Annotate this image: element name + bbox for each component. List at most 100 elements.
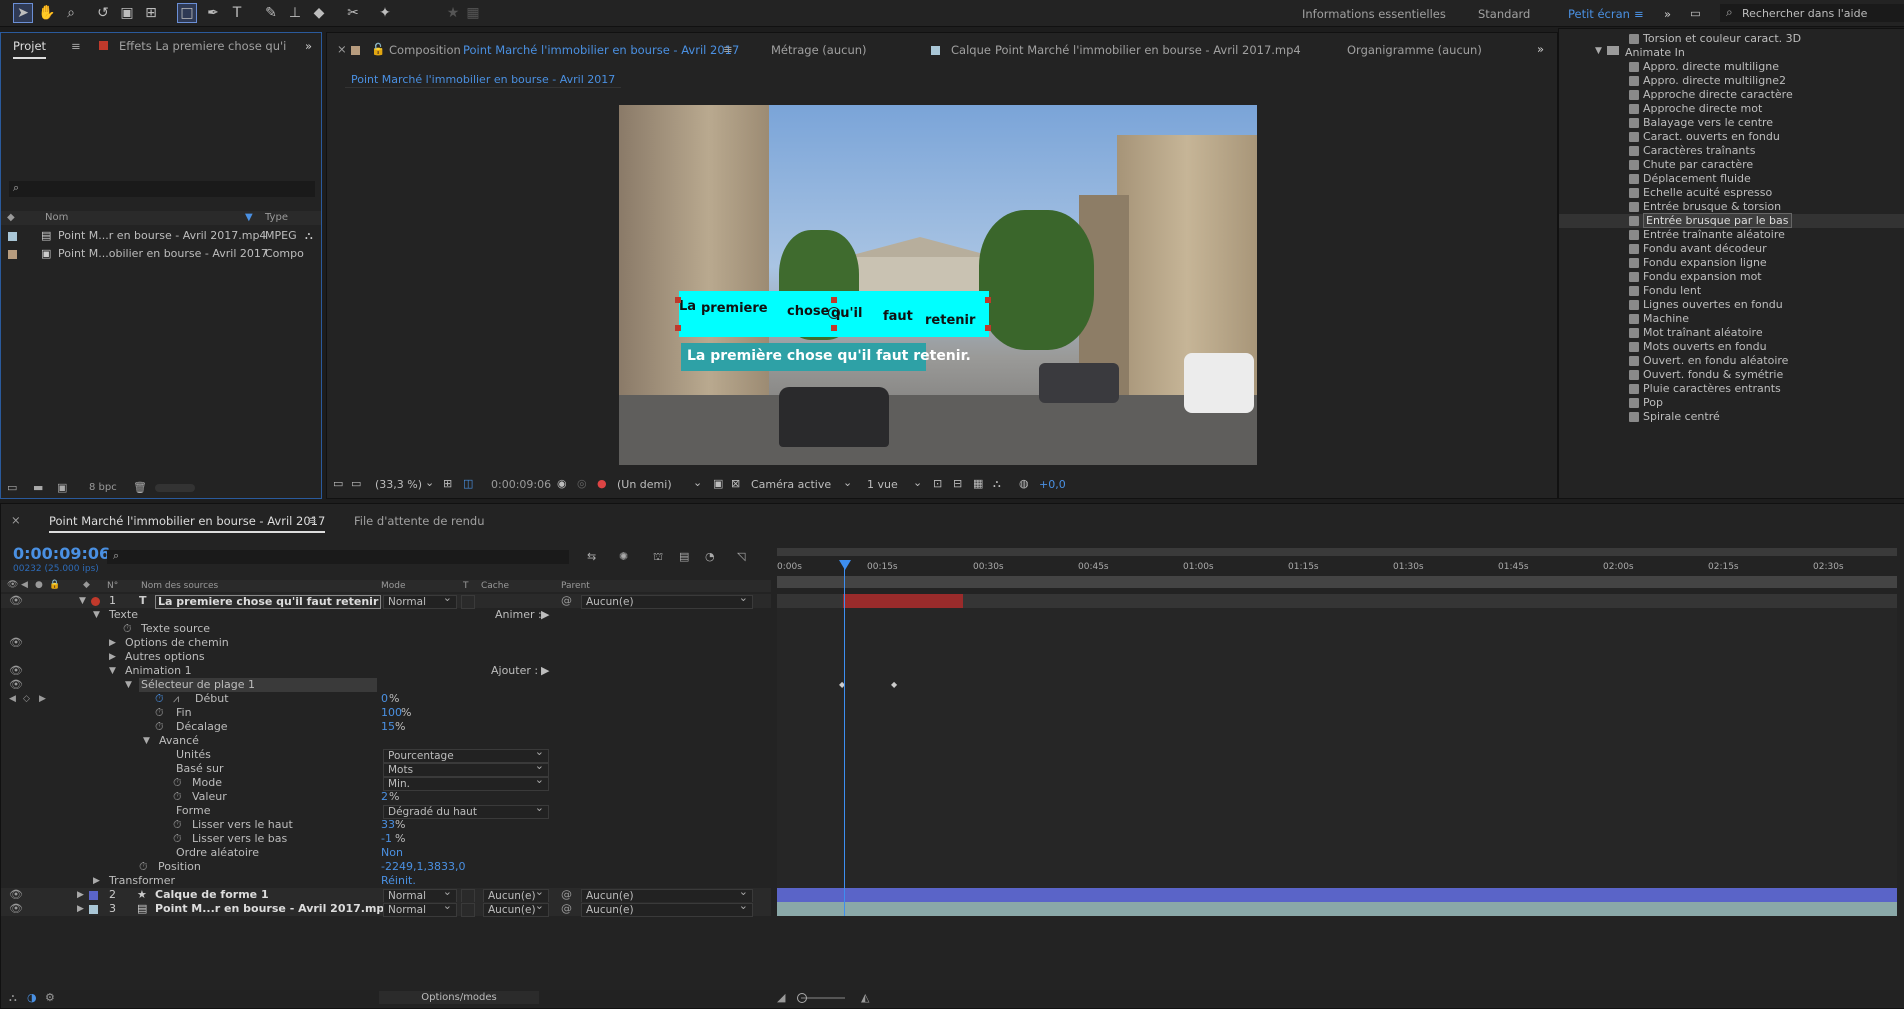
prop-row[interactable]: Unités Pourcentage [1, 746, 771, 763]
zoom-slider-handle[interactable] [797, 993, 807, 1003]
mode-select-dropdown[interactable]: Min. [383, 774, 549, 791]
bit-depth-button[interactable]: 8 bpc [89, 482, 117, 493]
chevron-down-icon[interactable]: ⌄ [913, 476, 922, 489]
prop-row[interactable]: Forme Dégradé du haut [1, 802, 771, 819]
add-menu-label[interactable]: Ajouter : [491, 664, 538, 678]
snap-icon[interactable]: ▦ [464, 4, 482, 22]
next-keyframe-icon[interactable]: ▶ [39, 692, 46, 706]
unites-dropdown[interactable]: Pourcentage [383, 746, 549, 763]
safe-zones-icon[interactable]: ⊞ [443, 477, 452, 490]
zoom-tool-icon[interactable]: ⌕ [62, 4, 80, 22]
expand-triangle-icon[interactable]: ▼ [93, 608, 100, 622]
rotate-tool-icon[interactable]: ↺ [94, 4, 112, 22]
views-dropdown[interactable]: 1 vue [867, 478, 898, 491]
show-snapshot-icon[interactable]: ◎ [577, 477, 587, 490]
stopwatch-icon[interactable]: ⏱ [173, 818, 182, 832]
visibility-eye-icon[interactable]: 👁 [9, 902, 23, 916]
prev-keyframe-icon[interactable]: ◀ [9, 692, 16, 706]
preserve-transparency-checkbox[interactable] [461, 595, 475, 609]
visibility-eye-icon[interactable]: 👁 [9, 636, 23, 650]
project-item[interactable]: ▣ Point M...obilier en bourse - Avril 20… [1, 247, 321, 261]
timeline-icon[interactable]: ▦ [973, 477, 983, 490]
prop-row[interactable]: ▶ Autres options [1, 650, 771, 664]
toggle-pixel-icon[interactable]: ⊡ [933, 477, 942, 490]
mask-visibility-icon[interactable]: ◫ [463, 477, 473, 490]
mode-dropdown[interactable]: Normal [383, 900, 457, 917]
lisser-haut-value[interactable]: 33 [381, 818, 395, 832]
resolution-dropdown[interactable]: (Un demi) [617, 478, 672, 491]
stopwatch-active-icon[interactable]: ⏱ [155, 692, 164, 706]
gear-icon[interactable]: ⚙ [45, 991, 55, 1004]
channel-icon[interactable]: ● [597, 477, 607, 490]
comp-breadcrumb[interactable]: Point Marché l'immobilier en bourse - Av… [345, 73, 622, 88]
close-icon[interactable]: × [337, 42, 347, 56]
anchor-point-icon[interactable] [828, 307, 840, 319]
preset-item[interactable]: Ouvert. fondu & symétrie [1629, 368, 1783, 382]
exposure-value[interactable]: +0,0 [1039, 478, 1066, 491]
prop-row[interactable]: ⏱ Décalage 15 % [1, 720, 771, 734]
tab-composition-name[interactable]: Point Marché l'immobilier en bourse - Av… [463, 43, 739, 57]
add-keyframe-icon[interactable]: ◇ [23, 692, 30, 706]
roto-tool-icon[interactable]: ✂ [344, 4, 362, 22]
preset-item[interactable]: Pop [1629, 396, 1663, 410]
monitor-icon[interactable]: ▭ [351, 477, 361, 490]
current-timecode[interactable]: 0:00:09:06 [13, 544, 110, 563]
tab-footage[interactable]: Métrage (aucun) [771, 43, 867, 57]
playhead-marker[interactable] [839, 560, 851, 570]
preset-item[interactable]: Caractères traînants [1629, 144, 1755, 158]
transform-handle[interactable] [831, 297, 837, 303]
pan-behind-tool-icon[interactable]: ⊞ [142, 4, 160, 22]
camera-dropdown[interactable]: Caméra active [751, 478, 831, 491]
transform-handle[interactable] [985, 325, 991, 331]
interpret-footage-icon[interactable]: ▭ [7, 481, 17, 494]
prop-row[interactable]: ▼ Texte Animer : ▶ [1, 608, 771, 622]
layer-name-input[interactable]: La premiere chose qu'il faut retenir [155, 595, 382, 609]
layer-color-label[interactable] [91, 597, 100, 606]
preset-item[interactable]: Appro. directe multiligne2 [1629, 74, 1786, 88]
navigator-bar[interactable] [777, 576, 1897, 588]
motion-blur-icon[interactable]: ◔ [705, 550, 715, 563]
tab-layer-label[interactable]: Calque [951, 43, 991, 57]
expand-triangle-icon[interactable]: ▶ [109, 636, 116, 650]
layer-row[interactable]: 👁 ▶ 2 ★ Calque de forme 1 Normal Aucun(e… [1, 886, 771, 903]
stamp-tool-icon[interactable]: ⊥ [286, 4, 304, 22]
tab-layer-name[interactable]: Point Marché l'immobilier en bourse - Av… [995, 43, 1301, 57]
preset-item[interactable]: Spirale centré [1629, 410, 1720, 424]
selection-tool-icon[interactable]: ➤ [13, 3, 33, 23]
expand-triangle-icon[interactable]: ▶ [77, 902, 84, 916]
more-tabs-icon[interactable]: » [1537, 42, 1544, 56]
chevron-down-icon[interactable]: ⌄ [693, 476, 702, 489]
stopwatch-icon[interactable]: ⏱ [155, 706, 164, 720]
prop-row[interactable]: 👁 ▼ Sélecteur de plage 1 [1, 678, 771, 692]
base-sur-dropdown[interactable]: Mots [383, 760, 549, 777]
frame-blending-icon[interactable]: ▤ [679, 550, 689, 563]
preset-item[interactable]: Fondu avant décodeur [1629, 242, 1767, 256]
pickwhip-icon[interactable]: @ [561, 594, 572, 608]
project-search-input[interactable]: ⌕ [9, 181, 315, 197]
help-search-box[interactable]: ⌕ Rechercher dans l'aide [1720, 4, 1904, 22]
parent-dropdown[interactable]: Aucun(e) [581, 592, 753, 609]
preset-item[interactable]: Déplacement fluide [1629, 172, 1751, 186]
stopwatch-icon[interactable]: ⏱ [173, 832, 182, 846]
pen-tool-icon[interactable]: ✒ [204, 4, 222, 22]
position-value[interactable]: -2249,1,3833,0 [381, 860, 465, 874]
prop-row[interactable]: ⏱ Valeur 2 % [1, 790, 771, 804]
parent-dropdown[interactable]: Aucun(e) [581, 886, 753, 903]
more-workspaces-icon[interactable]: » [1664, 7, 1671, 21]
type-tool-icon[interactable]: T [228, 4, 246, 22]
workspace-small-screen[interactable]: Petit écran [1568, 7, 1630, 21]
expand-triangle-icon[interactable]: ▼ [109, 664, 116, 678]
trackmat-dropdown[interactable]: Aucun(e) [483, 900, 549, 917]
workspace-menu-icon[interactable]: ≡ [1634, 7, 1644, 21]
project-item[interactable]: ▤ Point M...r en bourse - Avril 2017.mp4… [1, 229, 321, 243]
camera-tool-icon[interactable]: ▣ [118, 4, 136, 22]
col-cache[interactable]: Cache [481, 581, 509, 591]
visibility-eye-icon[interactable]: 👁 [9, 594, 23, 608]
ordre-value[interactable]: Non [381, 846, 403, 860]
tab-effects[interactable]: Effets La premiere chose qu'il f [119, 39, 287, 53]
expand-triangle-icon[interactable]: ▶ [77, 888, 84, 902]
region-of-interest-icon[interactable]: ▣ [713, 477, 723, 490]
prop-row[interactable]: ⏱ Fin 100 % [1, 706, 771, 720]
prop-row[interactable]: 👁 ▶ Options de chemin [1, 636, 771, 650]
prop-row[interactable]: ⏱ Mode Min. [1, 774, 771, 791]
